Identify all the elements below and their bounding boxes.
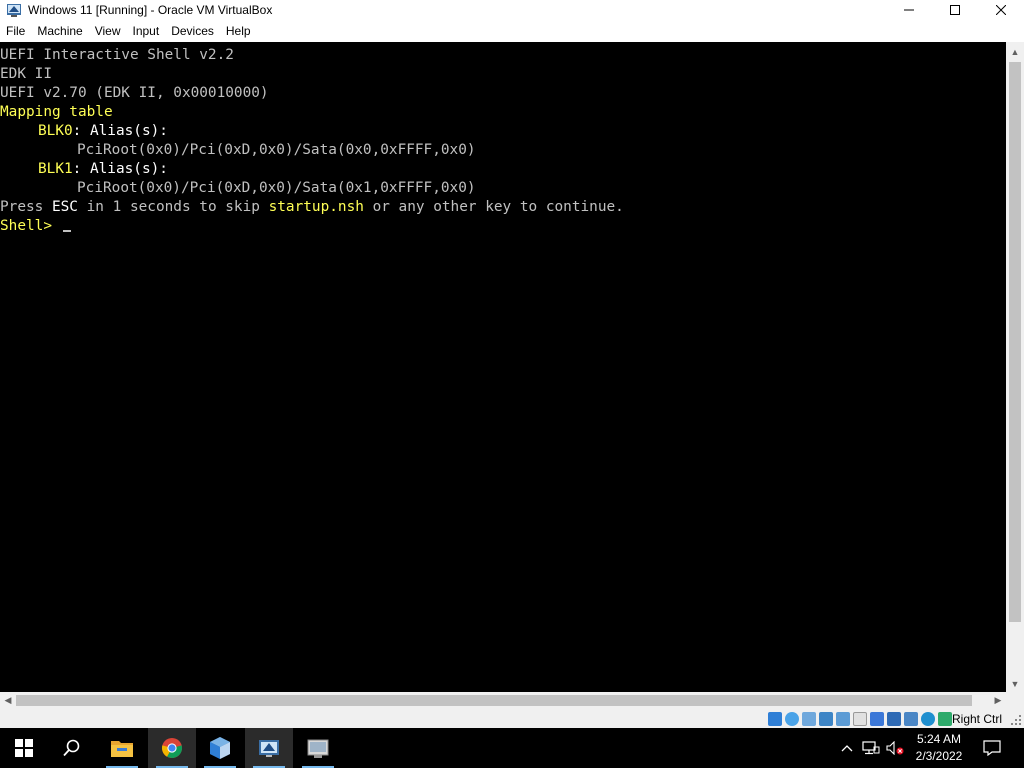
- alias-label: : Alias(s):: [72, 123, 168, 139]
- chrome-icon: [161, 738, 183, 759]
- taskbar: 5:24 AM 2/3/2022: [0, 728, 1024, 768]
- virtualbox-button[interactable]: [196, 728, 244, 768]
- scroll-corner: [1006, 692, 1024, 709]
- console-text: startup.nsh: [268, 199, 364, 215]
- network-icon: [862, 741, 880, 755]
- host-key-icon[interactable]: [938, 712, 952, 726]
- host-key-label: Right Ctrl: [951, 712, 1002, 726]
- shell-prompt: Shell>: [0, 218, 61, 234]
- show-hidden-icons-button[interactable]: [838, 728, 856, 768]
- clock-time: 5:24 AM: [916, 732, 962, 746]
- console-line: Press ESC in 1 seconds to skip startup.n…: [0, 198, 624, 217]
- menu-view[interactable]: View: [89, 21, 127, 42]
- search-icon: [63, 739, 80, 757]
- console-text: in 1 seconds to skip: [77, 199, 269, 215]
- console-text: or any other key to continue.: [363, 199, 624, 215]
- maximize-button[interactable]: [932, 0, 978, 20]
- title-bar: Windows 11 [Running] - Oracle VM Virtual…: [0, 0, 1024, 20]
- close-button[interactable]: [978, 0, 1024, 20]
- blk0-label: BLK0: [38, 123, 73, 139]
- chevron-up-icon: [841, 745, 853, 752]
- close-icon: [996, 5, 1006, 15]
- app-button[interactable]: [294, 728, 342, 768]
- console-line: PciRoot(0x0)/Pci(0xD,0x0)/Sata(0x1,0xFFF…: [77, 180, 476, 196]
- chrome-button[interactable]: [148, 728, 196, 768]
- alias-label: : Alias(s):: [72, 161, 168, 177]
- volume-tray-button[interactable]: [884, 728, 906, 768]
- maximize-icon: [950, 5, 960, 15]
- file-explorer-icon: [111, 741, 133, 757]
- console-line: PciRoot(0x0)/Pci(0xD,0x0)/Sata(0x0,0xFFF…: [77, 142, 476, 158]
- menu-machine[interactable]: Machine: [31, 21, 88, 42]
- console-line: UEFI v2.70 (EDK II, 0x00010000): [0, 85, 269, 101]
- optical-drive-icon[interactable]: [785, 712, 799, 726]
- virtualbox-icon: [210, 737, 230, 759]
- shared-folders-icon[interactable]: [853, 712, 867, 726]
- mouse-integration-icon[interactable]: [904, 712, 918, 726]
- menu-devices[interactable]: Devices: [165, 21, 220, 42]
- video-capture-icon[interactable]: [887, 712, 901, 726]
- console-text: ESC: [51, 199, 78, 215]
- app-icon: [307, 739, 329, 758]
- virtualbox-app-icon: [6, 2, 22, 18]
- console-line: BLK0: Alias(s):: [38, 122, 168, 141]
- console-text: Press: [0, 199, 52, 215]
- volume-muted-icon: [886, 741, 904, 755]
- menu-bar: File Machine View Input Devices Help: [0, 21, 1024, 42]
- hard-disk-icon[interactable]: [768, 712, 782, 726]
- cpu-activity-icon[interactable]: [921, 712, 935, 726]
- display-icon[interactable]: [870, 712, 884, 726]
- notification-icon: [983, 740, 1001, 756]
- console-line: UEFI Interactive Shell v2.2: [0, 47, 234, 63]
- status-bar: Right Ctrl: [0, 709, 1024, 730]
- network-tray-button[interactable]: [860, 728, 882, 768]
- vertical-scrollbar[interactable]: ▲ ▼: [1006, 42, 1024, 692]
- scroll-right-icon[interactable]: ▶: [990, 692, 1006, 709]
- text-cursor: [62, 230, 71, 232]
- audio-icon[interactable]: [802, 712, 816, 726]
- virtualbox-vm-icon: [259, 740, 279, 757]
- notifications-button[interactable]: [978, 728, 1006, 768]
- usb-icon[interactable]: [836, 712, 850, 726]
- size-grip-icon[interactable]: [1010, 714, 1022, 726]
- vm-window-button[interactable]: [245, 728, 293, 768]
- file-explorer-button[interactable]: [98, 728, 146, 768]
- console-line: Mapping table: [0, 104, 113, 120]
- vm-display[interactable]: UEFI Interactive Shell v2.2 EDK II UEFI …: [0, 42, 1006, 692]
- console-line: EDK II: [0, 66, 52, 82]
- clock[interactable]: 5:24 AM 2/3/2022: [906, 731, 972, 765]
- scroll-down-icon[interactable]: ▼: [1006, 676, 1024, 692]
- scroll-up-icon[interactable]: ▲: [1006, 44, 1024, 60]
- horizontal-scroll-thumb[interactable]: [16, 695, 972, 706]
- windows-logo-icon: [15, 739, 33, 757]
- menu-file[interactable]: File: [0, 21, 31, 42]
- menu-input[interactable]: Input: [127, 21, 166, 42]
- search-button[interactable]: [48, 728, 96, 768]
- minimize-icon: [904, 9, 914, 11]
- scroll-left-icon[interactable]: ◀: [0, 692, 16, 709]
- shell-prompt-line: Shell>: [0, 217, 71, 236]
- blk1-label: BLK1: [38, 161, 73, 177]
- network-icon[interactable]: [819, 712, 833, 726]
- clock-date: 2/3/2022: [915, 749, 963, 763]
- horizontal-scrollbar[interactable]: ◀ ▶: [0, 692, 1006, 709]
- window-title: Windows 11 [Running] - Oracle VM Virtual…: [28, 3, 273, 17]
- vertical-scroll-thumb[interactable]: [1009, 62, 1021, 622]
- console-line: BLK1: Alias(s):: [38, 160, 168, 179]
- minimize-button[interactable]: [886, 0, 932, 20]
- menu-help[interactable]: Help: [220, 21, 257, 42]
- start-button[interactable]: [0, 728, 48, 768]
